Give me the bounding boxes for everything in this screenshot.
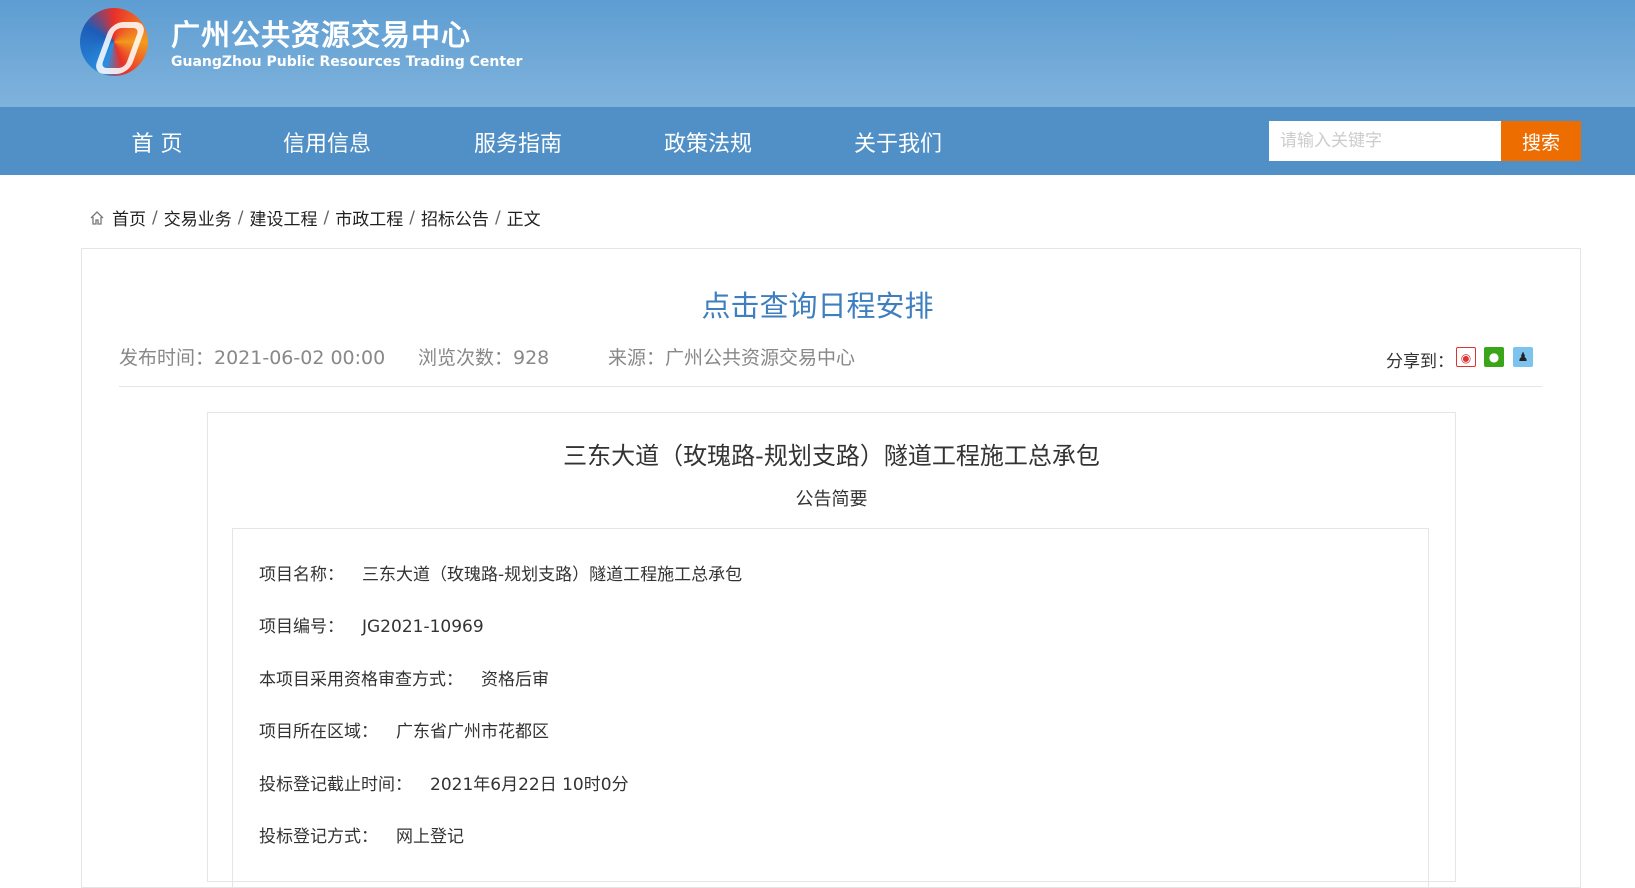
wechat-share-icon[interactable]: ● [1484, 347, 1504, 367]
search-input[interactable] [1269, 121, 1501, 161]
divider [119, 386, 1542, 387]
notice-subtitle: 公告简要 [795, 489, 868, 510]
search-button[interactable]: 搜索 [1501, 121, 1581, 161]
nav-about[interactable]: 关于我们 [854, 126, 942, 158]
breadcrumb-construction[interactable]: 建设工程 [249, 205, 317, 230]
field-label: 项目名称： [259, 565, 344, 585]
nav-credit-info[interactable]: 信用信息 [283, 126, 371, 158]
field-value: 资格后审 [481, 670, 549, 690]
site-logo[interactable] [80, 8, 148, 76]
field-registration-method: 投标登记方式： 网上登记 [259, 822, 464, 847]
field-label: 本项目采用资格审查方式： [259, 670, 463, 690]
weibo-share-icon[interactable]: ◉ [1456, 347, 1476, 367]
field-value: JG2021-10969 [362, 617, 484, 637]
breadcrumb-current: 正文 [506, 210, 541, 230]
breadcrumb-tender[interactable]: 招标公告 [421, 205, 489, 230]
breadcrumb: 首页 / 交易业务 / 建设工程 / 市政工程 / 招标公告 / 正文 [89, 205, 541, 230]
field-label: 项目编号： [259, 617, 344, 637]
field-value: 三东大道（玫瑰路-规划支路）隧道工程施工总承包 [362, 565, 743, 585]
site-title: 广州公共资源交易中心 [171, 18, 472, 52]
source: 来源：广州公共资源交易中心 [608, 347, 856, 369]
field-label: 投标登记截止时间： [259, 775, 412, 795]
field-review-method: 本项目采用资格审查方式： 资格后审 [259, 665, 549, 690]
field-project-code: 项目编号： JG2021-10969 [259, 612, 484, 637]
publish-time: 发布时间：2021-06-02 00:00 [119, 347, 386, 369]
field-label: 投标登记方式： [259, 827, 378, 847]
field-region: 项目所在区域： 广东省广州市花都区 [259, 717, 549, 742]
field-value: 网上登记 [396, 827, 464, 847]
share-label: 分享到： [1386, 352, 1454, 372]
field-deadline: 投标登记截止时间： 2021年6月22日 10时0分 [259, 770, 629, 795]
nav-home[interactable]: 首 页 [132, 126, 183, 158]
qq-share-icon[interactable]: ♟ [1513, 347, 1533, 367]
site-subtitle: GuangZhou Public Resources Trading Cente… [171, 54, 523, 70]
breadcrumb-home[interactable]: 首页 [112, 205, 146, 230]
field-project-name: 项目名称： 三东大道（玫瑰路-规划支路）隧道工程施工总承包 [259, 560, 742, 585]
field-value: 广东省广州市花都区 [396, 722, 549, 742]
home-icon [90, 210, 104, 225]
nav-policy[interactable]: 政策法规 [664, 126, 752, 158]
breadcrumb-municipal[interactable]: 市政工程 [335, 205, 403, 230]
site-header: 广州公共资源交易中心 GuangZhou Public Resources Tr… [0, 0, 1635, 107]
notice-title: 三东大道（玫瑰路-规划支路）隧道工程施工总承包 [563, 442, 1100, 470]
schedule-link[interactable]: 点击查询日程安排 [0, 283, 1635, 325]
field-label: 项目所在区域： [259, 722, 378, 742]
view-count: 浏览次数：928 [418, 347, 550, 369]
nav-service-guide[interactable]: 服务指南 [474, 126, 562, 158]
breadcrumb-trading[interactable]: 交易业务 [164, 205, 232, 230]
field-value: 2021年6月22日 10时0分 [430, 775, 629, 795]
